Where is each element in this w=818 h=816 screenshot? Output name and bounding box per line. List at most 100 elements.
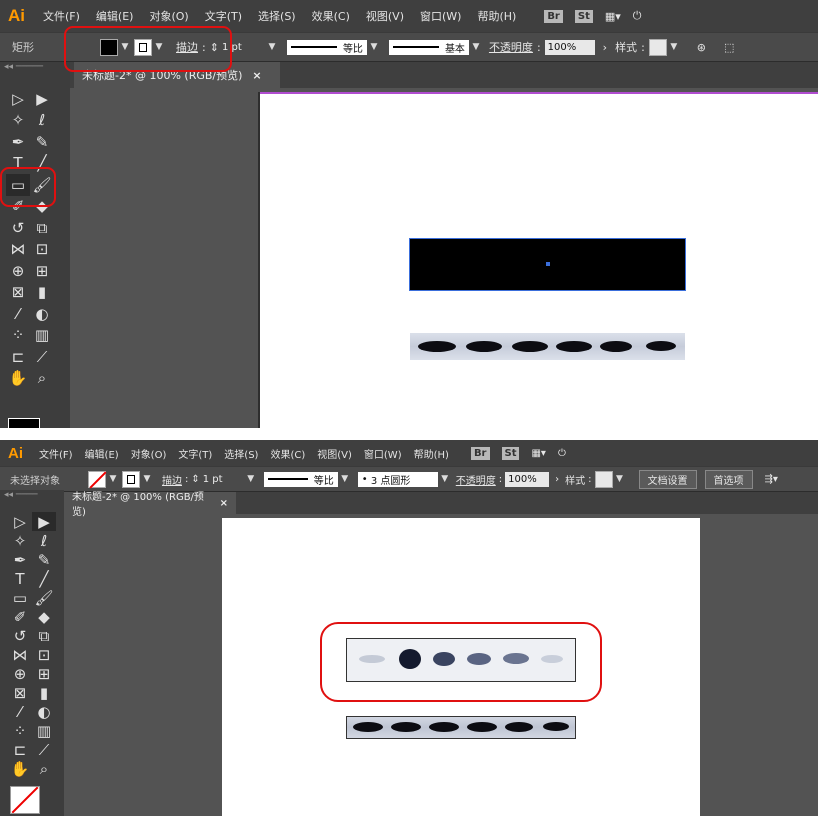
menu-select[interactable]: 选择(S) (218, 446, 264, 461)
chevron-down-icon[interactable]: ▼ (340, 474, 350, 484)
width-icon[interactable]: ⋈ (8, 645, 32, 664)
chevron-down-icon[interactable]: ▼ (246, 474, 256, 484)
zoom-icon[interactable]: ⌕ (32, 759, 56, 778)
close-icon[interactable]: × (252, 69, 261, 82)
scale-icon[interactable]: ⧉ (30, 217, 54, 239)
lasso-icon[interactable]: ℓ (32, 531, 56, 550)
opacity-label[interactable]: 不透明度 (456, 472, 496, 487)
eraser-icon[interactable]: ◆ (32, 607, 56, 626)
slice-icon[interactable]: ⟋ (30, 346, 54, 368)
symbol-sprayer-icon[interactable]: ⁘ (8, 721, 32, 740)
eyedropper-icon[interactable]: ⁄ (6, 303, 30, 325)
stroke-weight-field[interactable]: 1 pt (199, 471, 244, 487)
menu-edit[interactable]: 编辑(E) (88, 8, 142, 24)
artboard-icon[interactable]: ⊏ (6, 346, 30, 368)
stroke-label[interactable]: 描边 (162, 472, 182, 487)
menu-file[interactable]: 文件(F) (33, 446, 79, 461)
menu-help[interactable]: 帮助(H) (469, 8, 524, 24)
width-icon[interactable]: ⋈ (6, 239, 30, 261)
menu-file[interactable]: 文件(F) (35, 8, 88, 24)
magic-wand-icon[interactable]: ✧ (6, 110, 30, 132)
opacity-label[interactable]: 不透明度 (489, 39, 533, 55)
style-swatch[interactable] (648, 38, 667, 56)
variable-width-profile[interactable]: 等比 (286, 39, 367, 55)
blend-icon[interactable]: ◐ (30, 303, 54, 325)
arrange-icon[interactable]: ⇶▾ (765, 474, 778, 485)
chevron-right-icon[interactable]: › (555, 474, 559, 485)
brush-definition[interactable]: 基本 (388, 39, 469, 55)
opacity-field[interactable]: 100% (544, 39, 595, 55)
menu-effect[interactable]: 效果(C) (264, 446, 311, 461)
menu-object[interactable]: 对象(O) (141, 8, 196, 24)
type-icon[interactable]: T (8, 569, 32, 588)
menu-effect[interactable]: 效果(C) (304, 8, 358, 24)
chevron-down-icon[interactable]: ▼ (615, 474, 625, 484)
perspective-icon[interactable]: ⊞ (32, 664, 56, 683)
preferences-button[interactable]: 首选项 (704, 469, 753, 489)
hand-icon[interactable]: ✋ (8, 759, 32, 778)
menu-select[interactable]: 选择(S) (250, 8, 304, 24)
anchor-point[interactable] (546, 262, 550, 266)
document-setup-button[interactable]: 文档设置 (638, 469, 697, 489)
lasso-icon[interactable]: ℓ (30, 110, 54, 132)
document-tab[interactable]: 未标题-2* @ 100% (RGB/预览) × (64, 492, 236, 518)
magic-wand-icon[interactable]: ✧ (8, 531, 32, 550)
perspective-icon[interactable]: ⊞ (30, 260, 54, 282)
pen-icon[interactable]: ✒ (8, 550, 32, 569)
direct-selection-icon[interactable]: ▶ (30, 88, 54, 110)
menu-view[interactable]: 视图(V) (358, 8, 412, 24)
workspace-switcher-icon[interactable]: ▦▾ (605, 10, 621, 23)
opacity-field[interactable]: 100% (505, 471, 550, 487)
blend-icon[interactable]: ◐ (32, 702, 56, 721)
menu-type[interactable]: 文字(T) (197, 8, 250, 24)
symbol-sprayer-icon[interactable]: ⁘ (6, 325, 30, 347)
chevron-down-icon[interactable]: ▼ (669, 42, 679, 52)
artboard-icon[interactable]: ⊏ (8, 740, 32, 759)
brush-definition[interactable]: • 3 点圆形 (357, 471, 438, 487)
stock-button[interactable]: St (501, 446, 520, 460)
fill-indicator[interactable] (8, 418, 40, 428)
menu-object[interactable]: 对象(O) (125, 446, 173, 461)
menu-edit[interactable]: 编辑(E) (79, 446, 125, 461)
curvature-icon[interactable]: ✎ (32, 550, 56, 569)
menu-help[interactable]: 帮助(H) (408, 446, 455, 461)
chevron-right-icon[interactable]: › (603, 41, 607, 54)
bridge-button[interactable]: Br (470, 446, 490, 460)
selection-icon[interactable]: ▷ (6, 88, 30, 110)
shape-builder-icon[interactable]: ⊕ (8, 664, 32, 683)
direct-selection-icon[interactable]: ▶ (32, 512, 56, 531)
fill-indicator[interactable] (10, 786, 40, 814)
chevron-down-icon[interactable]: ▼ (440, 474, 450, 484)
curvature-icon[interactable]: ✎ (30, 131, 54, 153)
variable-width-profile[interactable]: 等比 (263, 471, 338, 487)
rotate-icon[interactable]: ↺ (6, 217, 30, 239)
slice-icon[interactable]: ⟋ (32, 740, 56, 759)
menu-window[interactable]: 窗口(W) (412, 8, 469, 24)
free-transform-icon[interactable]: ⊡ (32, 645, 56, 664)
column-graph-icon[interactable]: ▥ (32, 721, 56, 740)
gpu-performance-icon[interactable]: ⏻ (558, 448, 566, 459)
mesh-icon[interactable]: ⊠ (8, 683, 32, 702)
panel-grip[interactable]: ◂◂ ──── (0, 490, 64, 512)
selection-icon[interactable]: ▷ (8, 512, 32, 531)
fill-swatch[interactable] (88, 470, 106, 488)
gradient-icon[interactable]: ▮ (32, 683, 56, 702)
shape-builder-icon[interactable]: ⊕ (6, 260, 30, 282)
chevron-down-icon[interactable]: ▼ (142, 474, 152, 484)
mesh-icon[interactable]: ⊠ (6, 282, 30, 304)
menu-type[interactable]: 文字(T) (172, 446, 218, 461)
chevron-down-icon[interactable]: ▼ (471, 42, 481, 52)
eyedropper-icon[interactable]: ⁄ (8, 702, 32, 721)
panel-grip[interactable]: ◂◂ ───── (0, 62, 70, 86)
zoom-icon[interactable]: ⌕ (30, 368, 54, 390)
rotate-icon[interactable]: ↺ (8, 626, 32, 645)
stroke-swatch[interactable] (122, 470, 140, 488)
column-graph-icon[interactable]: ▥ (30, 325, 54, 347)
chevron-down-icon[interactable]: ▼ (369, 42, 379, 52)
menu-view[interactable]: 视图(V) (311, 446, 358, 461)
pen-icon[interactable]: ✒ (6, 131, 30, 153)
shaper-icon[interactable]: ✐ (8, 607, 32, 626)
stock-button[interactable]: St (574, 9, 593, 23)
align-icon[interactable]: ⬚ (724, 41, 734, 54)
gpu-performance-icon[interactable]: ⏻ (633, 9, 642, 23)
